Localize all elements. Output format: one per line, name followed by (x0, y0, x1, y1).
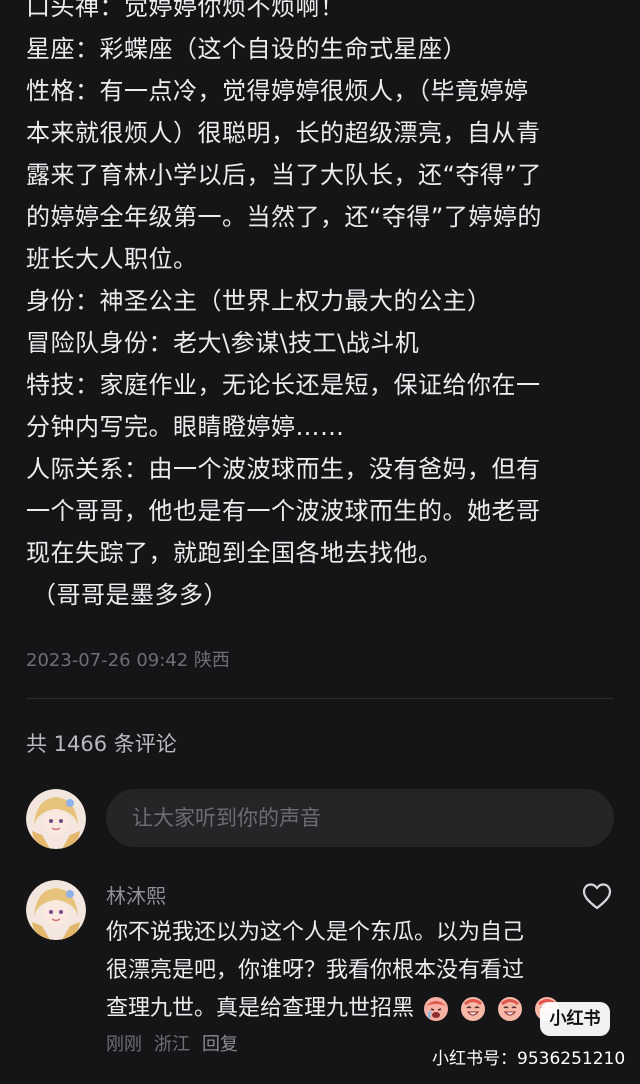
post-detail-page: 口头禅：觉婷婷你烦不烦啊！ 星座：彩蝶座（这个自设的生命式星座） 性格：有一点冷… (0, 0, 640, 1084)
post-line: 本来就很烦人）很聪明，长的超级漂亮，自从青 (26, 119, 541, 147)
comment-line-last: 查理九世。真是给查理九世招黑 (106, 990, 576, 1028)
comment-line: 你不说我还以为这个人是个东瓜。以为自己 (106, 920, 525, 945)
post-line: 班长大人职位。 (26, 245, 198, 273)
comment-meta: 刚刚 浙江 回复 (106, 1030, 250, 1056)
avatar-image (26, 880, 86, 940)
comment-line: 很漂亮是吧，你谁呀？我看你根本没有看过 (106, 958, 525, 983)
post-line: 口头禅：觉婷婷你烦不烦啊！ (26, 0, 345, 21)
comment-input[interactable]: 让大家听到你的声音 (106, 789, 614, 847)
comment-location: 浙江 (154, 1034, 190, 1055)
laughing-face-emoji-icon (461, 997, 486, 1021)
post-body: 口头禅：觉婷婷你烦不烦啊！ 星座：彩蝶座（这个自设的生命式星座） 性格：有一点冷… (26, 0, 616, 616)
comment-body: 你不说我还以为这个人是个东瓜。以为自己 很漂亮是吧，你谁呀？我看你根本没有看过 … (106, 914, 576, 1028)
comment-time: 刚刚 (106, 1034, 142, 1055)
post-line: 一个哥哥，他也是有一个波波球而生的。她老哥 (26, 497, 541, 525)
watermark-logo: 小红书 (540, 1002, 610, 1036)
post-timestamp-location: 2023-07-26 09:42 陕西 (26, 650, 230, 671)
post-line: 现在失踪了，就跑到全国各地去找他。 (26, 539, 443, 567)
crying-face-emoji-icon (424, 997, 449, 1021)
reply-button[interactable]: 回复 (202, 1034, 238, 1055)
post-line: 星座：彩蝶座（这个自设的生命式星座） (26, 35, 467, 63)
post-line: 性格：有一点冷，觉得婷婷很烦人，（毕竟婷婷 (26, 77, 529, 105)
watermark-user-id: 小红书号：9536251210 (432, 1049, 626, 1069)
post-line: 特技：家庭作业，无论长还是短，保证给你在一 (26, 371, 541, 399)
comment-line-text: 查理九世。真是给查理九世招黑 (106, 996, 415, 1021)
comment-count: 共 1466 条评论 (26, 732, 177, 756)
avatar-image (26, 789, 86, 849)
current-user-avatar[interactable] (26, 789, 86, 849)
comment-author[interactable]: 林沐熙 (106, 880, 166, 909)
heart-icon[interactable] (582, 882, 612, 910)
post-line: 分钟内写完。眼睛瞪婷婷…… (26, 413, 345, 441)
laughing-face-emoji-icon (498, 997, 523, 1021)
commenter-avatar[interactable] (26, 880, 86, 940)
post-line: （哥哥是墨多多） (32, 581, 228, 609)
post-line: 身份：神圣公主（世界上权力最大的公主） (26, 287, 492, 315)
post-line: 冒险队身份：老大\参谋\技工\战斗机 (26, 329, 420, 357)
post-line: 露来了育林小学以后，当了大队长，还“夺得”了 (26, 161, 542, 189)
post-line: 的婷婷全年级第一。当然了，还“夺得”了婷婷的 (26, 203, 542, 231)
divider (26, 698, 614, 699)
post-line: 人际关系：由一个波波球而生，没有爸妈，但有 (26, 455, 541, 483)
